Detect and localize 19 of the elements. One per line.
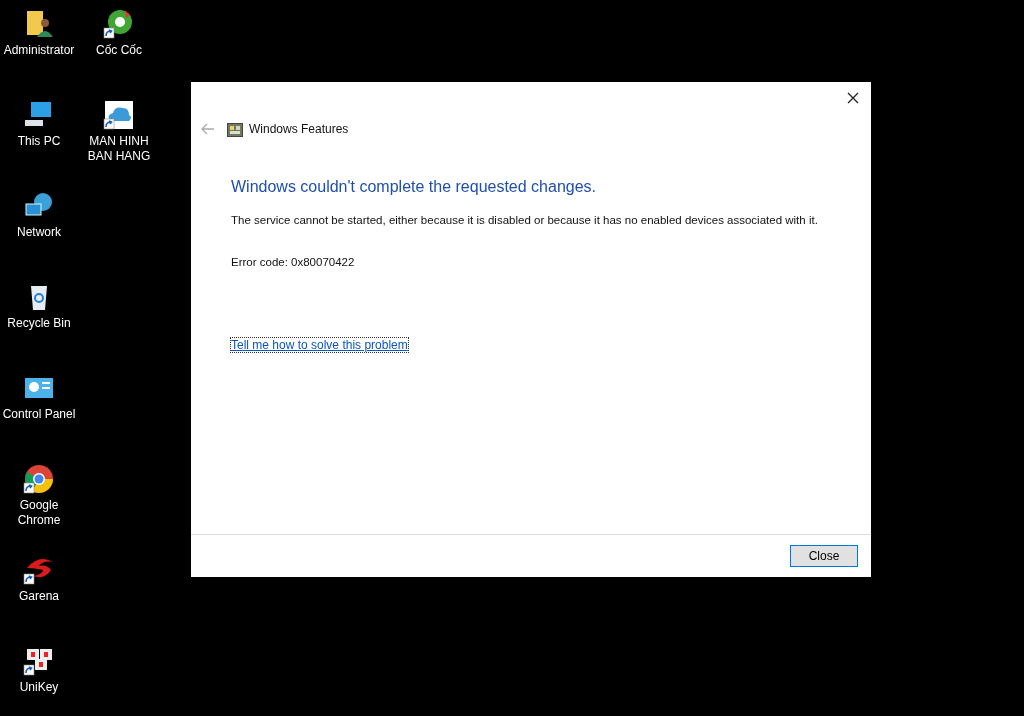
desktop-icon-label[interactable]: Network bbox=[0, 225, 79, 240]
desktop-icon-label[interactable]: MAN HINH BAN HANG bbox=[79, 134, 159, 164]
desktop-icon-label[interactable]: Cốc Cốc bbox=[79, 43, 159, 58]
error-message: The service cannot be started, either because it is disabled or because it has no enabled devices associated with it. bbox=[231, 214, 818, 226]
cloud-app-icon[interactable] bbox=[103, 99, 135, 131]
desktop-icon-label[interactable]: Control Panel bbox=[0, 407, 79, 422]
close-icon[interactable] bbox=[845, 90, 861, 106]
window-title: Windows Features bbox=[249, 122, 349, 136]
desktop-icon-label[interactable]: Garena bbox=[0, 589, 79, 604]
error-heading: Windows couldn't complete the requested changes. bbox=[231, 178, 597, 196]
close-button[interactable]: Close bbox=[790, 545, 858, 567]
error-code: Error code: 0x80070422 bbox=[231, 256, 355, 268]
desktop-icon-label[interactable]: Recycle Bin bbox=[0, 316, 79, 331]
desktop-icon-label[interactable]: This PC bbox=[0, 134, 79, 149]
window-features-icon bbox=[227, 121, 243, 137]
desktop-icon-label[interactable]: Google Chrome bbox=[0, 498, 79, 528]
desktop-icon-label[interactable]: Administrator bbox=[0, 43, 79, 58]
help-link[interactable]: Tell me how to solve this problem bbox=[231, 338, 408, 352]
desktop-icon-label[interactable]: UniKey bbox=[0, 680, 79, 695]
